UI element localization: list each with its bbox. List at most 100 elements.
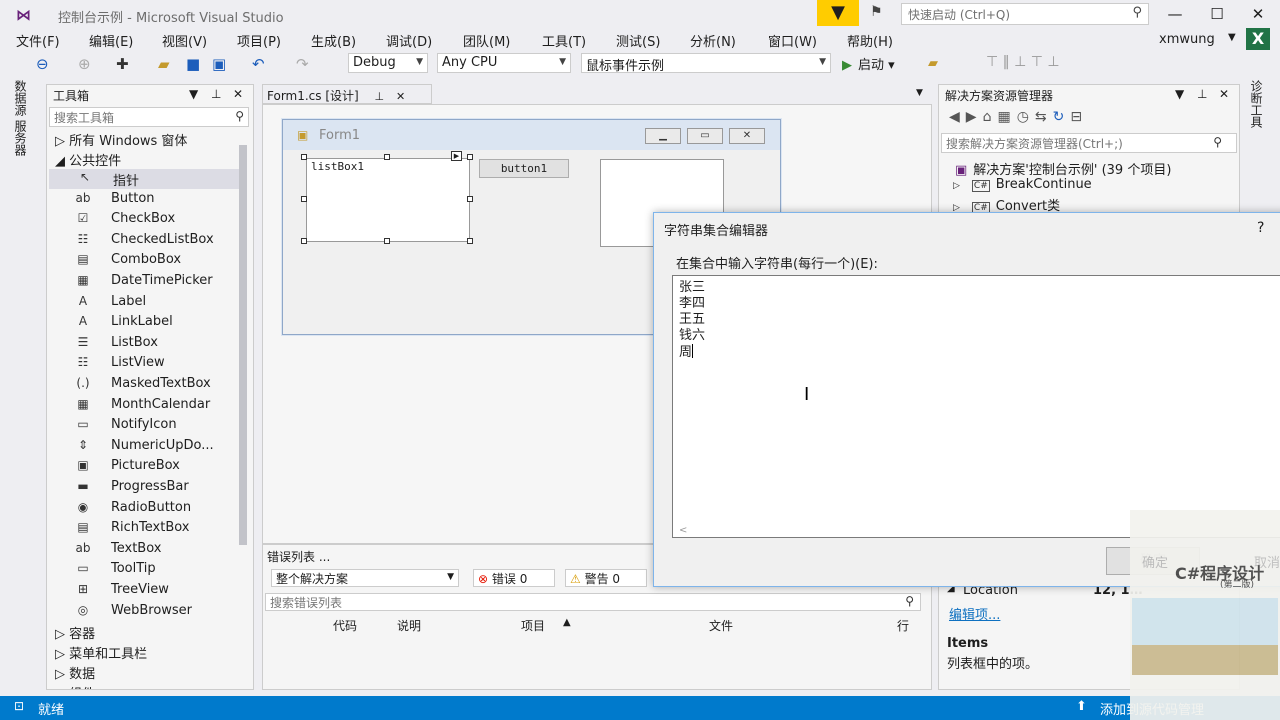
history-icon[interactable]: ◷ xyxy=(1017,109,1035,125)
expand-icon[interactable]: ▷ xyxy=(953,181,960,191)
resize-handle[interactable] xyxy=(301,154,307,160)
column-project[interactable]: 项目 xyxy=(521,617,545,634)
forward-icon[interactable]: ▶ xyxy=(966,109,983,125)
toolbox-group-menus-toolbars[interactable]: ▷ 菜单和工具栏 xyxy=(55,643,147,662)
open-folder-icon[interactable]: ▰ xyxy=(158,55,170,73)
collapse-icon[interactable]: ⊟ xyxy=(1070,109,1088,125)
resize-handle[interactable] xyxy=(467,196,473,202)
pin-icon[interactable]: ⊥ xyxy=(211,87,221,101)
toolbox-item-webbrowser[interactable]: ◎ WebBrowser xyxy=(47,602,237,622)
side-tab-server[interactable]: 服务器 xyxy=(12,120,29,156)
close-icon[interactable]: ✕ xyxy=(396,90,405,103)
toolbox-item-label[interactable]: A Label xyxy=(47,293,237,313)
toolbox-item-progressbar[interactable]: ▬ ProgressBar xyxy=(47,478,237,498)
toolbox-item-[interactable]: ↖ 指针 xyxy=(49,169,239,189)
minimize-button[interactable]: — xyxy=(1155,2,1195,26)
menu-debug[interactable]: 调试(D) xyxy=(386,31,432,50)
resize-handle[interactable] xyxy=(301,238,307,244)
solution-root-node[interactable]: ▣ 解决方案'控制台示例' (39 个项目) xyxy=(955,159,1171,178)
menu-team[interactable]: 团队(M) xyxy=(463,31,510,50)
resize-handle[interactable] xyxy=(467,154,473,160)
toolbox-item-linklabel[interactable]: A LinkLabel xyxy=(47,313,237,333)
sync-icon[interactable]: ⇆ xyxy=(1035,109,1053,125)
toolbox-item-treeview[interactable]: ⊞ TreeView xyxy=(47,581,237,601)
toolbox-item-monthcalendar[interactable]: ▦ MonthCalendar xyxy=(47,396,237,416)
notification-filter-icon[interactable]: ▼ xyxy=(817,0,859,26)
scrollbar-thumb[interactable] xyxy=(239,145,247,545)
close-button[interactable]: ✕ xyxy=(1238,2,1278,26)
toolbox-item-notifyicon[interactable]: ▭ NotifyIcon xyxy=(47,416,237,436)
switch-view-icon[interactable]: ▦ xyxy=(997,109,1016,125)
column-line[interactable]: 行 xyxy=(897,617,909,634)
startup-project-select[interactable]: 鼠标事件示例 ▼ xyxy=(581,53,831,74)
menu-project[interactable]: 项目(P) xyxy=(237,31,281,50)
align-icon[interactable]: ⊤ ‖ ⊥ ⊤ ⊥ xyxy=(986,54,1060,70)
forward-icon[interactable]: ⊕ xyxy=(78,55,91,73)
toolbox-search-input[interactable]: 搜索工具箱 ⚲ xyxy=(49,107,249,127)
menu-file[interactable]: 文件(F) xyxy=(16,31,60,50)
column-file[interactable]: 文件 xyxy=(709,617,733,634)
edit-items-link[interactable]: 编辑项... xyxy=(949,604,1000,623)
excel-icon[interactable]: X xyxy=(1246,28,1270,50)
toolbox-item-checkbox[interactable]: ☑ CheckBox xyxy=(47,210,237,230)
column-code[interactable]: 代码 xyxy=(333,617,357,634)
warnings-filter-button[interactable]: ⚠ 警告 0 xyxy=(565,569,647,587)
resize-handle[interactable] xyxy=(467,238,473,244)
save-icon[interactable]: ■ xyxy=(186,55,200,73)
strings-textarea[interactable]: 张三 李四 王五 钱六 周 < xyxy=(672,275,1280,538)
chevron-down-icon[interactable]: ▼ xyxy=(1228,32,1236,43)
toolbox-item-picturebox[interactable]: ▣ PictureBox xyxy=(47,457,237,477)
form-close-button[interactable]: ✕ xyxy=(729,128,765,144)
menu-tools[interactable]: 工具(T) xyxy=(542,31,586,50)
menu-analyze[interactable]: 分析(N) xyxy=(690,31,736,50)
form-maximize-button[interactable]: ▭ xyxy=(687,128,723,144)
chevron-down-icon[interactable]: ▼ xyxy=(189,87,198,101)
column-description[interactable]: 说明 xyxy=(397,617,421,634)
resize-handle[interactable] xyxy=(384,238,390,244)
new-project-icon[interactable]: ✚ xyxy=(116,55,129,73)
side-tab-diagnostics[interactable]: 诊断工具 xyxy=(1248,80,1265,128)
errors-filter-button[interactable]: ⊗ 错误 0 xyxy=(473,569,555,587)
menu-edit[interactable]: 编辑(E) xyxy=(89,31,133,50)
toolbox-item-button[interactable]: ab Button xyxy=(47,190,237,210)
toolbox-group-all-windows-forms[interactable]: ▷ 所有 Windows 窗体 xyxy=(55,130,187,149)
toolbox-item-listview[interactable]: ☷ ListView xyxy=(47,354,237,374)
toolbox-item-richtextbox[interactable]: ▤ RichTextBox xyxy=(47,519,237,539)
close-icon[interactable]: ✕ xyxy=(233,87,243,101)
chevron-up-icon[interactable]: ⬆ xyxy=(1076,699,1087,714)
pin-icon[interactable]: ⊥ xyxy=(375,90,385,103)
user-name[interactable]: xmwung xyxy=(1159,32,1215,47)
config-select[interactable]: Debug ▼ xyxy=(348,53,428,73)
toolbox-group-containers[interactable]: ▷ 容器 xyxy=(55,623,95,642)
tree-item-breakcontinue[interactable]: ▷ C# BreakContinue xyxy=(953,177,1092,192)
toolbox-group-data[interactable]: ▷ 数据 xyxy=(55,663,95,682)
resize-handle[interactable] xyxy=(301,196,307,202)
back-icon[interactable]: ⊖ xyxy=(36,55,49,73)
toolbox-scrollbar[interactable] xyxy=(237,145,249,675)
listbox1-control[interactable]: listBox1 xyxy=(306,158,470,242)
smart-tag-icon[interactable]: ▶ xyxy=(451,151,462,161)
scroll-left-icon[interactable]: < xyxy=(679,523,687,539)
chevron-down-icon[interactable]: ▼ xyxy=(916,88,923,98)
error-search-input[interactable]: 搜索错误列表 ⚲ xyxy=(265,593,921,611)
toolbox-item-tooltip[interactable]: ▭ ToolTip xyxy=(47,560,237,580)
home-icon[interactable]: ⌂ xyxy=(983,109,998,125)
chevron-down-icon[interactable]: ▼ xyxy=(1175,87,1184,101)
tab-form1-design[interactable]: Form1.cs [设计] ⊥ ✕ xyxy=(262,84,432,104)
menu-view[interactable]: 视图(V) xyxy=(162,31,207,50)
undo-icon[interactable]: ↶ xyxy=(252,55,265,73)
menu-build[interactable]: 生成(B) xyxy=(311,31,356,50)
back-icon[interactable]: ◀ xyxy=(949,109,966,125)
error-scope-select[interactable]: 整个解决方案 ▼ xyxy=(271,569,459,587)
quick-launch-input[interactable]: 快速启动 (Ctrl+Q) ⚲ xyxy=(901,3,1149,25)
feedback-icon[interactable]: ⚑ xyxy=(870,4,888,22)
menu-test[interactable]: 测试(S) xyxy=(616,31,660,50)
side-tab-datasource[interactable]: 数据源 xyxy=(12,80,29,116)
toolbox-item-numericupdo[interactable]: ⇕ NumericUpDo... xyxy=(47,437,237,457)
toolbox-item-combobox[interactable]: ▤ ComboBox xyxy=(47,251,237,271)
resize-handle[interactable] xyxy=(384,154,390,160)
button1-control[interactable]: button1 xyxy=(479,159,569,178)
form-minimize-button[interactable]: ▁ xyxy=(645,128,681,144)
toolbox-group-components[interactable]: ▷ 组件 xyxy=(55,683,95,689)
help-button[interactable]: ? xyxy=(1257,220,1264,236)
